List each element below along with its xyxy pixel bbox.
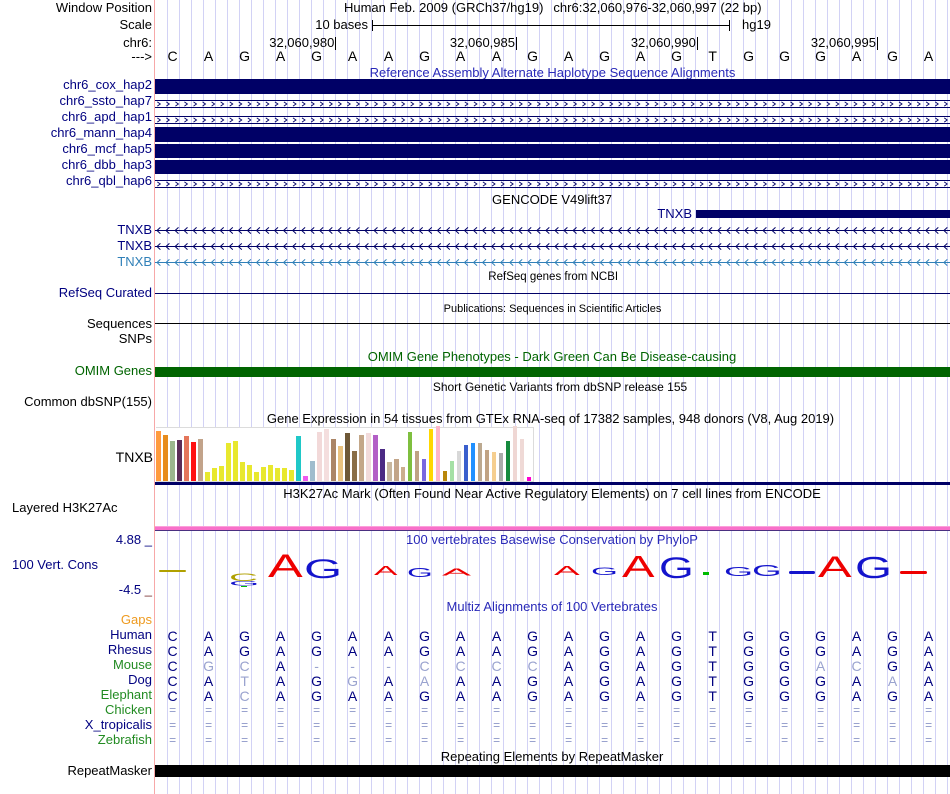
svg-text:G: G xyxy=(724,565,753,579)
svg-text:A: A xyxy=(374,564,399,578)
svg-text:G: G xyxy=(591,566,618,578)
svg-text:A: A xyxy=(268,548,304,584)
svg-text:G: G xyxy=(855,550,892,585)
svg-text:A: A xyxy=(554,564,582,578)
svg-text:A: A xyxy=(622,549,655,584)
svg-text:G: G xyxy=(659,552,694,585)
svg-text:G: G xyxy=(407,566,433,580)
svg-text:G: G xyxy=(304,554,342,584)
svg-text:A: A xyxy=(442,568,471,579)
svg-text:G: G xyxy=(752,563,782,580)
svg-text:A: A xyxy=(818,551,852,584)
